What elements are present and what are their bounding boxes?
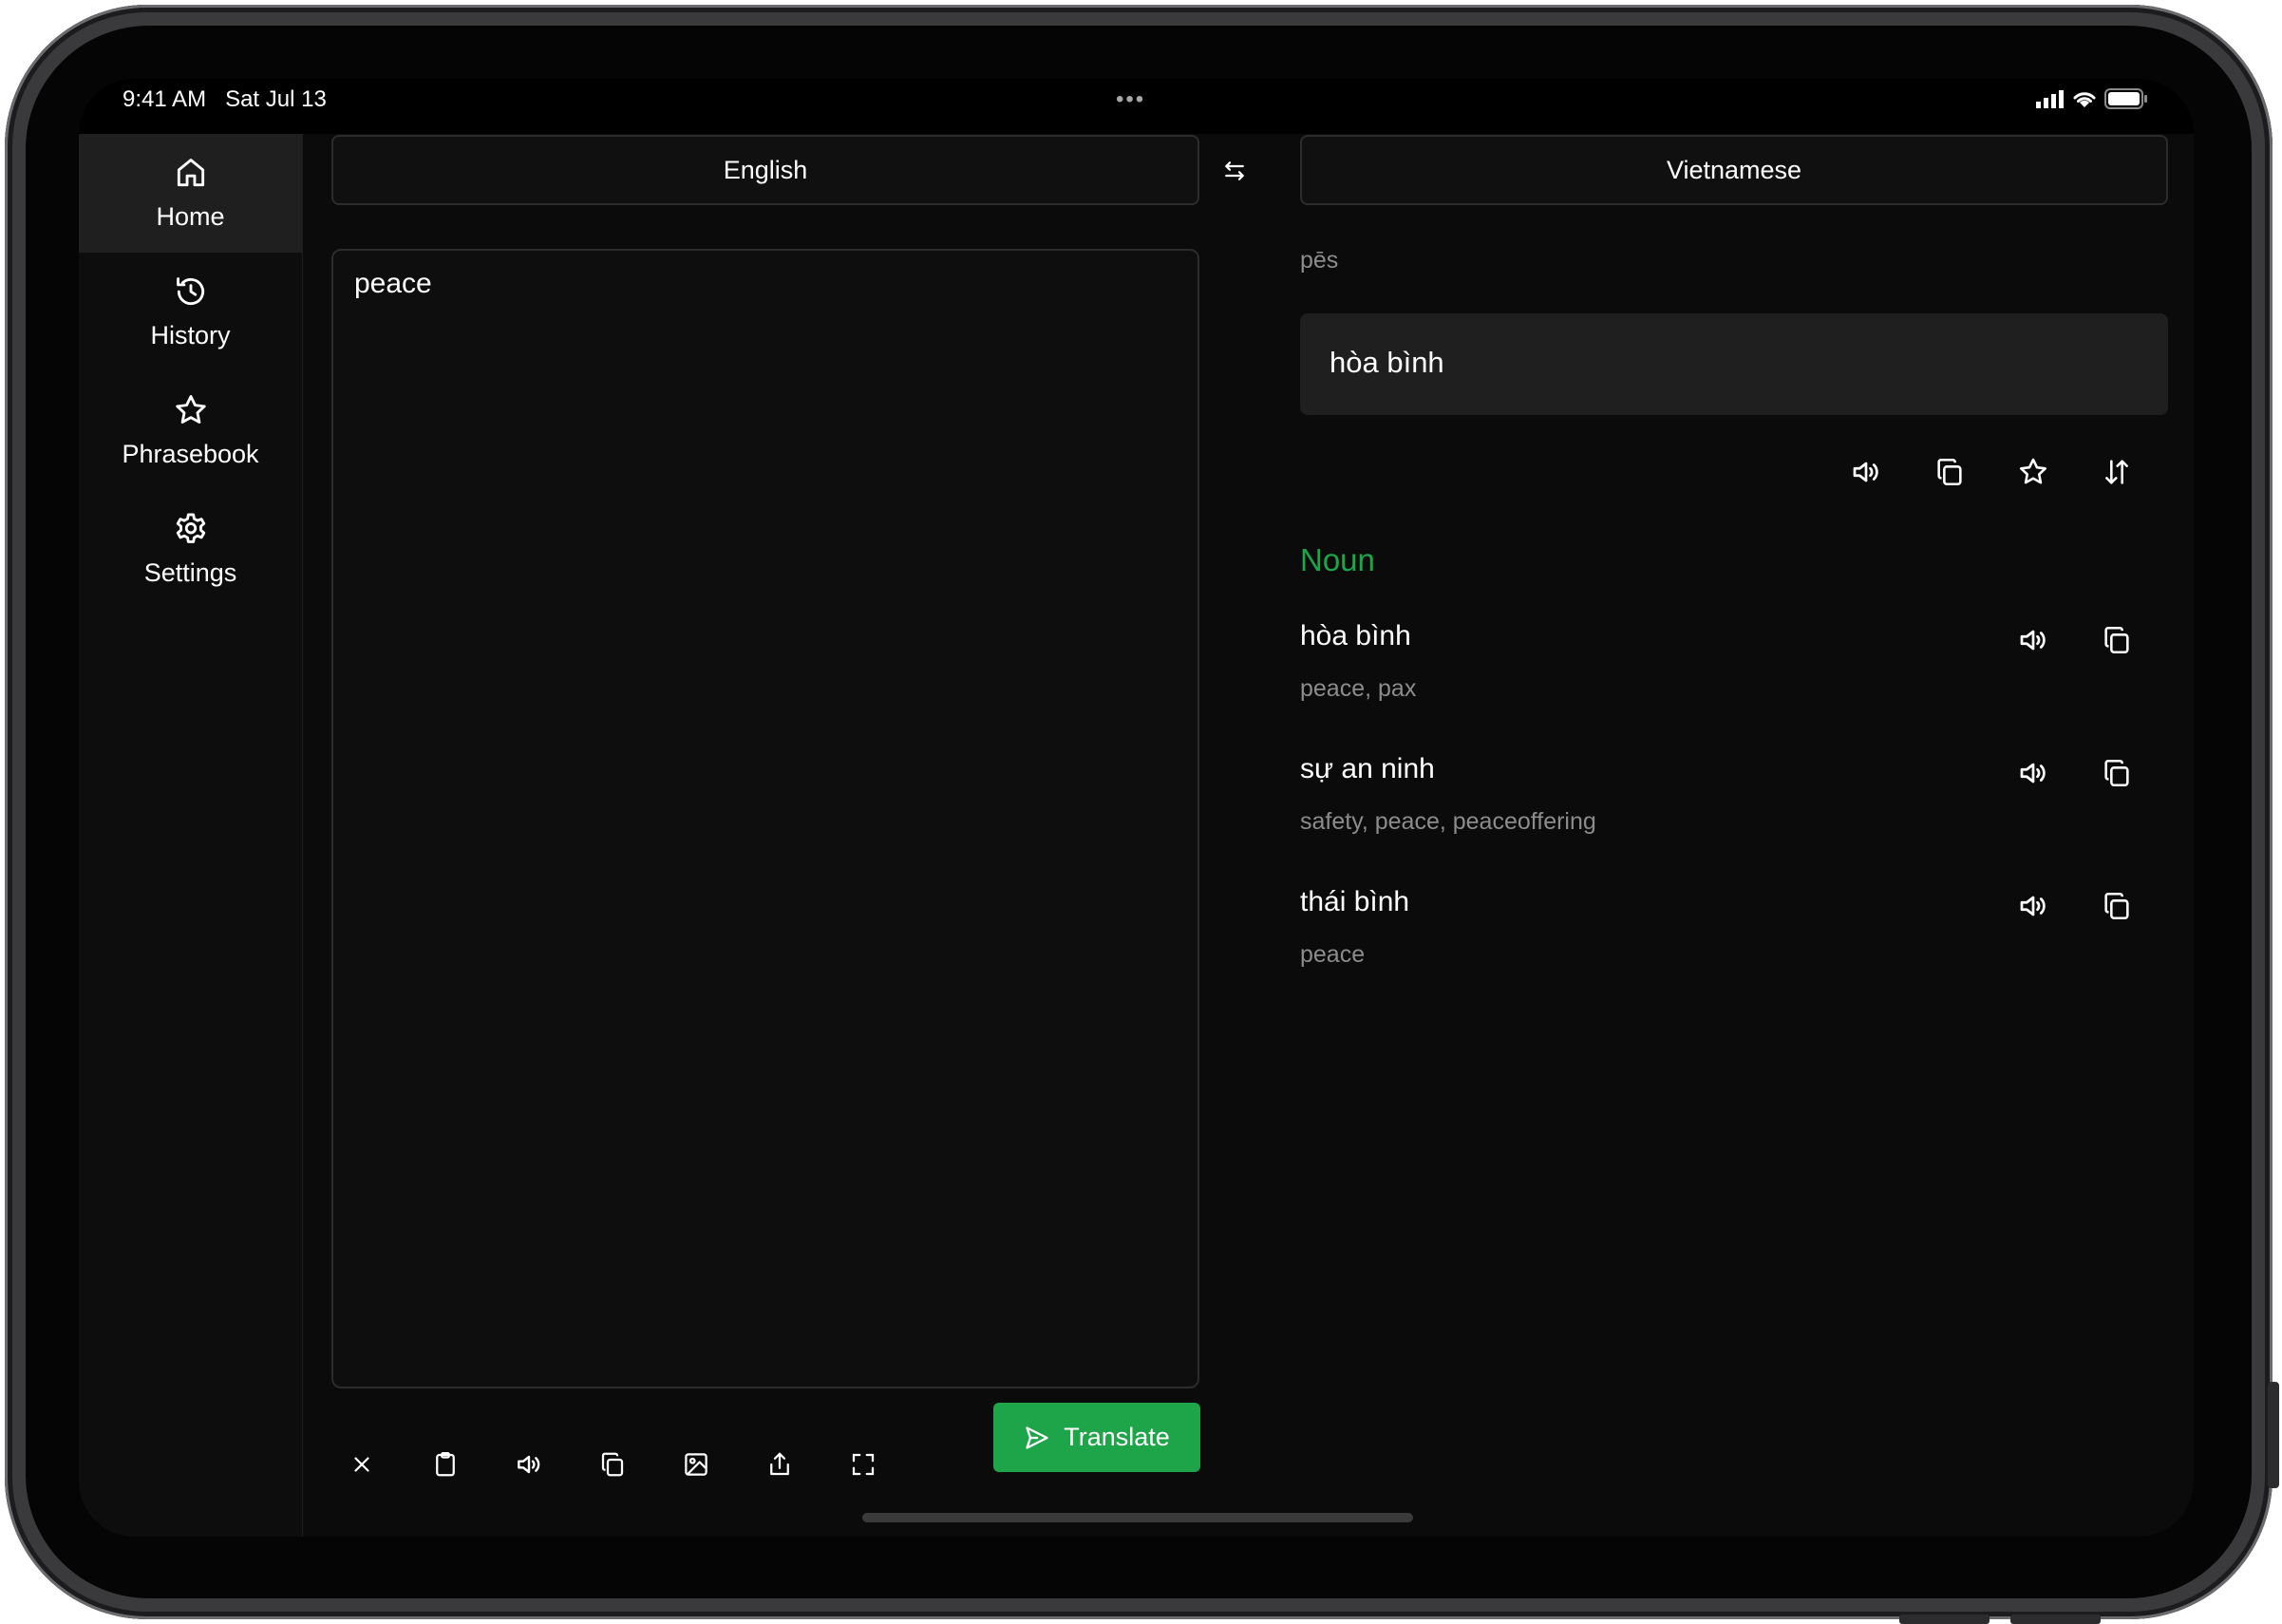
- phonetic-transcription: pēs: [1300, 247, 1339, 274]
- speak-entry-button[interactable]: [2009, 615, 2058, 665]
- speaker-icon: [2016, 889, 2050, 923]
- paste-button[interactable]: [421, 1440, 470, 1489]
- volume-button: [2268, 1382, 2279, 1488]
- entry-word: sự an ninh: [1300, 753, 1435, 784]
- status-time: 9:41 AM Sat Jul 13: [123, 86, 327, 113]
- sidebar-item-label: Settings: [143, 558, 237, 587]
- copy-icon: [1933, 456, 1966, 488]
- entry-synonyms: peace, pax: [1300, 675, 1417, 702]
- home-icon: [173, 155, 209, 191]
- sidebar-item-history[interactable]: History: [79, 253, 302, 371]
- image-icon: [682, 1450, 710, 1479]
- copy-icon: [2101, 890, 2133, 922]
- sidebar-item-label: Phrasebook: [122, 440, 259, 468]
- image-translate-button[interactable]: [671, 1440, 721, 1489]
- clear-button[interactable]: [337, 1440, 387, 1489]
- star-icon: [2017, 456, 2049, 488]
- history-icon: [173, 274, 209, 310]
- speaker-icon: [1849, 455, 1883, 489]
- translate-label: Translate: [1064, 1423, 1170, 1451]
- target-language-select[interactable]: Vietnamese: [1300, 135, 2168, 205]
- reverse-translation-button[interactable]: [2092, 447, 2141, 497]
- speak-source-button[interactable]: [504, 1440, 554, 1489]
- screen: 9:41 AM Sat Jul 13 ••• Home History Phra…: [79, 79, 2194, 1537]
- speaker-icon: [2016, 623, 2050, 657]
- share-icon: [765, 1450, 794, 1479]
- sidebar-item-label: Home: [156, 202, 225, 231]
- copy-icon: [2101, 757, 2133, 789]
- swap-icon: [1220, 157, 1249, 185]
- copy-icon: [2101, 624, 2133, 656]
- target-language-label: Vietnamese: [1666, 155, 1802, 184]
- home-indicator[interactable]: [862, 1513, 1413, 1522]
- sidebar-item-home[interactable]: Home: [79, 134, 302, 253]
- sidebar: Home History Phrasebook Settings: [79, 134, 303, 1537]
- gear-icon: [173, 511, 209, 547]
- multitasking-dots[interactable]: •••: [1116, 86, 1145, 113]
- source-language-label: English: [723, 155, 808, 184]
- star-icon: [173, 392, 209, 428]
- top-button-right: [2010, 1615, 2101, 1624]
- entry-word: hòa bình: [1300, 620, 1411, 651]
- main-panel: English Vietnamese peace Translate pēs h…: [303, 134, 2194, 1537]
- copy-translation-button[interactable]: [1925, 447, 1974, 497]
- translation-text: hòa bình: [1330, 346, 1444, 379]
- status-clock: 9:41 AM: [123, 86, 207, 112]
- translation-output: hòa bình: [1300, 313, 2168, 415]
- copy-icon: [598, 1450, 627, 1479]
- close-icon: [349, 1452, 374, 1477]
- source-text-input[interactable]: peace: [331, 249, 1199, 1388]
- entry-synonyms: safety, peace, peaceoffering: [1300, 808, 1596, 835]
- sidebar-item-phrasebook[interactable]: Phrasebook: [79, 371, 302, 490]
- sidebar-item-settings[interactable]: Settings: [79, 490, 302, 609]
- entry-word: thái bình: [1300, 886, 1410, 917]
- status-icons: [2036, 86, 2148, 111]
- speak-translation-button[interactable]: [1841, 447, 1891, 497]
- wifi-icon: [2072, 89, 2097, 108]
- status-date: Sat Jul 13: [225, 86, 327, 112]
- battery-icon: [2104, 88, 2148, 109]
- translate-button[interactable]: Translate: [993, 1403, 1200, 1472]
- clipboard-icon: [431, 1450, 460, 1479]
- copy-entry-button[interactable]: [2092, 881, 2141, 931]
- copy-entry-button[interactable]: [2092, 615, 2141, 665]
- copy-entry-button[interactable]: [2092, 748, 2141, 798]
- sidebar-item-label: History: [150, 321, 231, 349]
- source-language-select[interactable]: English: [331, 135, 1199, 205]
- sort-arrows-icon: [2101, 456, 2133, 488]
- copy-source-button[interactable]: [588, 1440, 637, 1489]
- source-text-value: peace: [354, 268, 432, 299]
- speak-entry-button[interactable]: [2009, 748, 2058, 798]
- expand-icon: [849, 1450, 877, 1479]
- swap-languages-button[interactable]: [1211, 147, 1258, 195]
- signal-icon: [2036, 89, 2065, 108]
- speak-entry-button[interactable]: [2009, 881, 2058, 931]
- top-button-left: [1899, 1615, 1990, 1624]
- part-of-speech-heading: Noun: [1300, 542, 1375, 577]
- entry-synonyms: peace: [1300, 941, 1366, 968]
- send-icon: [1024, 1425, 1050, 1451]
- save-to-phrasebook-button[interactable]: [2009, 447, 2058, 497]
- speaker-icon: [514, 1449, 544, 1480]
- share-button[interactable]: [755, 1440, 804, 1489]
- fullscreen-button[interactable]: [839, 1440, 888, 1489]
- speaker-icon: [2016, 756, 2050, 790]
